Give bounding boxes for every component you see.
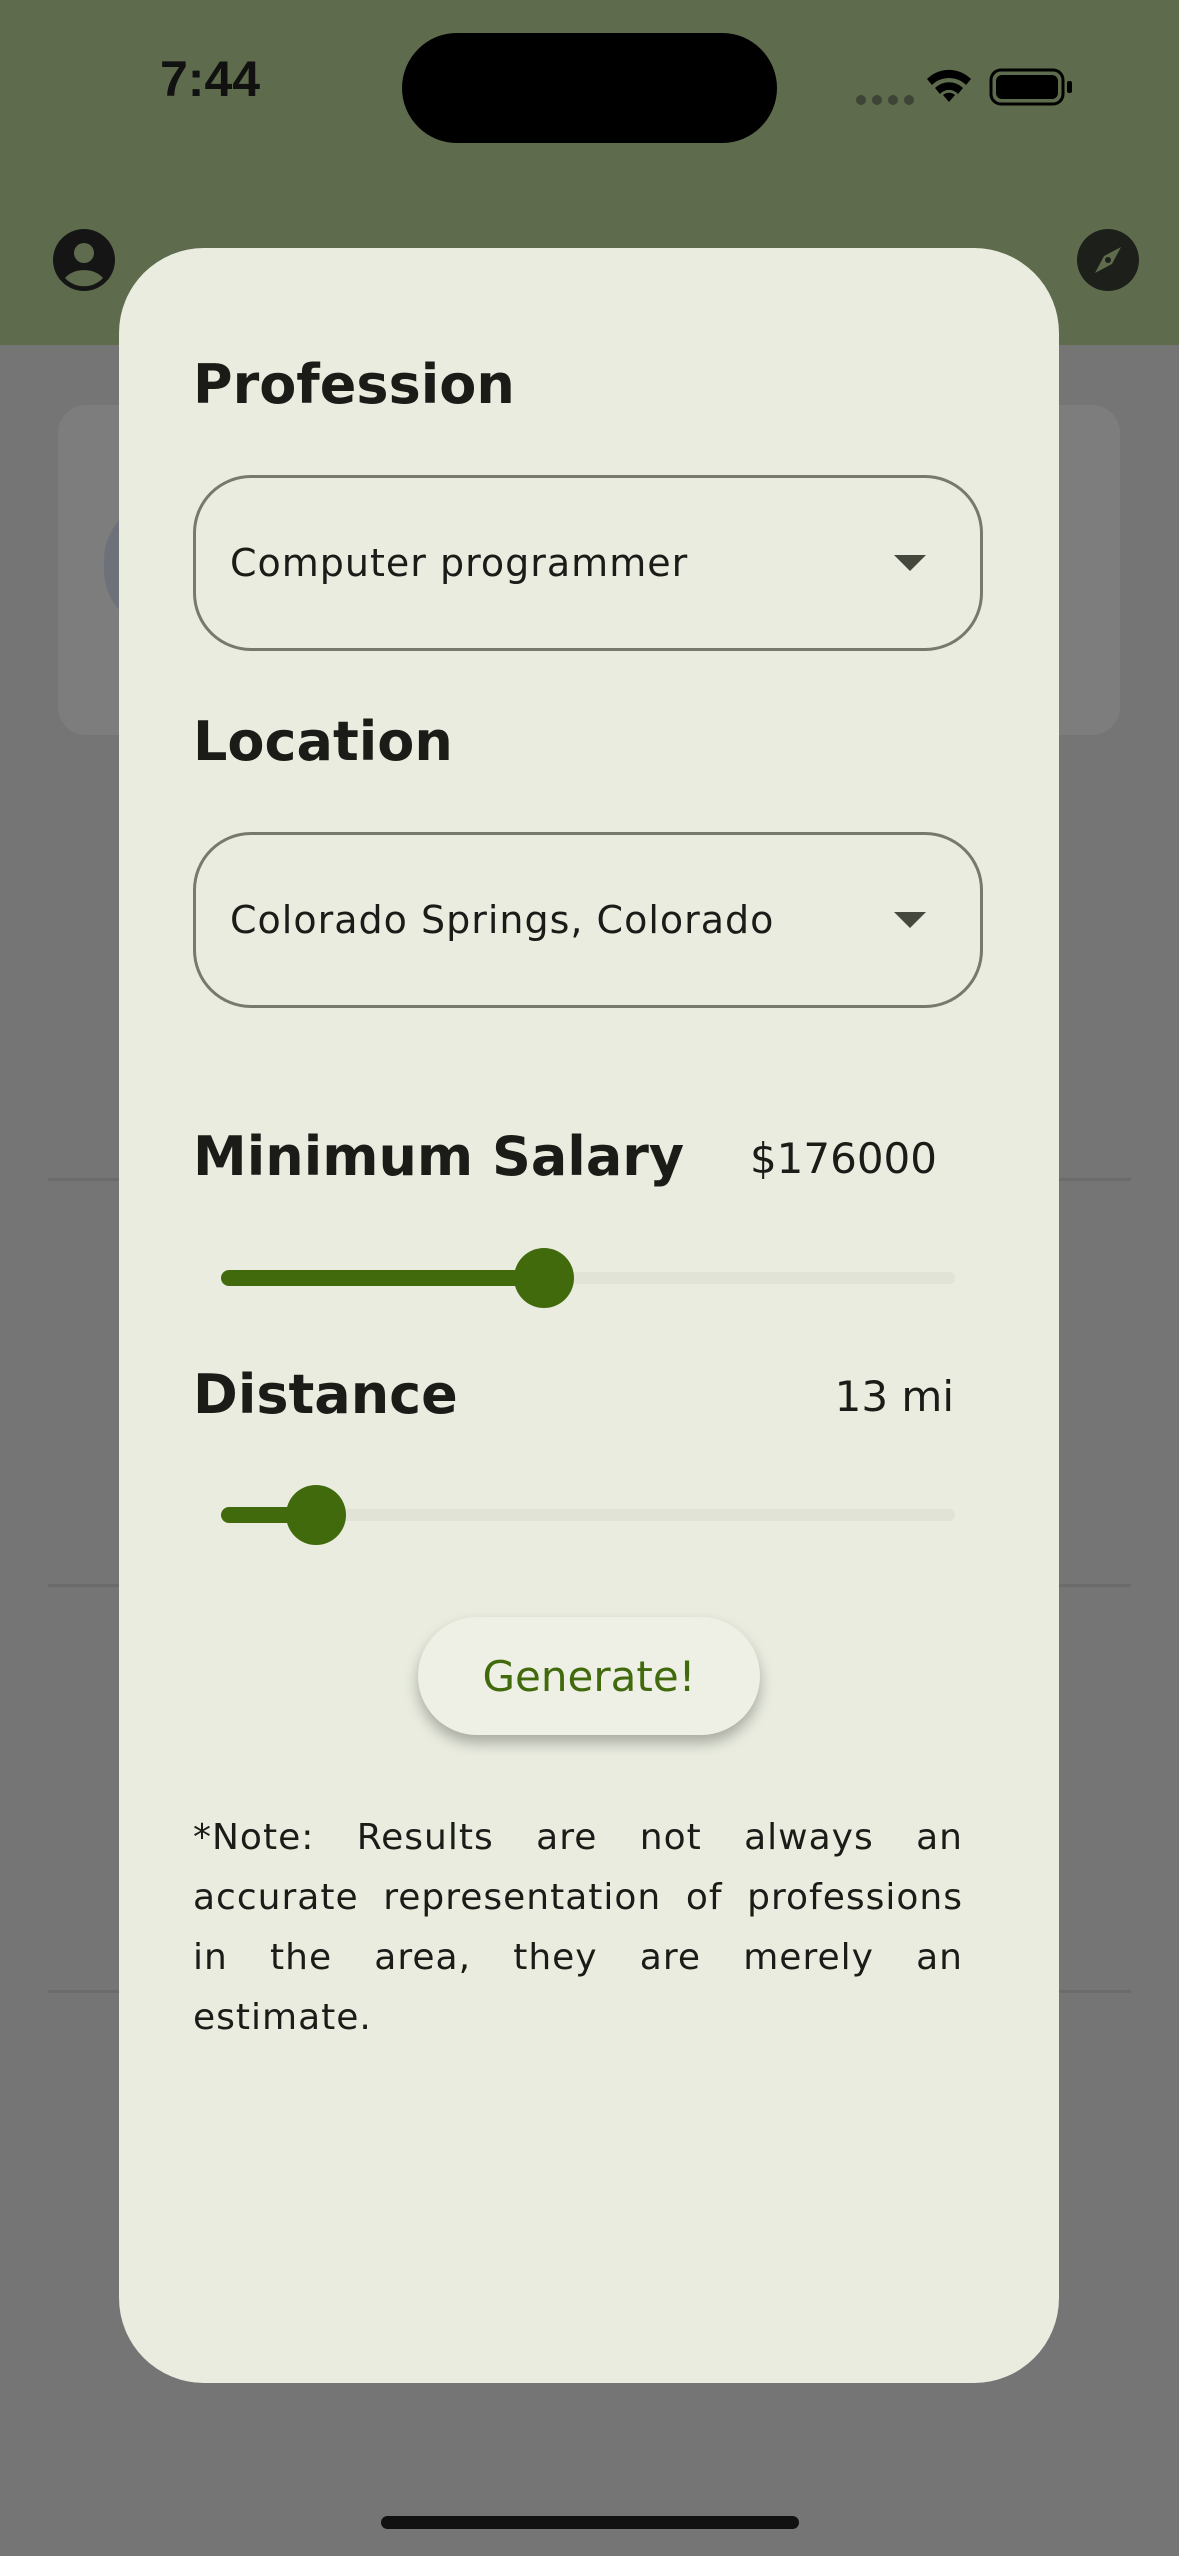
compass-icon[interactable] [1076,228,1140,292]
minimum-salary-label: Minimum Salary [193,1125,685,1188]
dynamic-island [402,33,777,143]
minimum-salary-slider[interactable] [221,1248,955,1308]
disclaimer-note: *Note: Results are not always an accurat… [193,1817,963,2038]
cellular-signal-icon [856,95,914,105]
distance-value: 13 mi [834,1372,954,1421]
slider-thumb[interactable] [286,1485,347,1545]
generate-button[interactable]: Generate! [418,1617,760,1735]
status-icons [841,62,1081,112]
profession-value: Computer programmer [230,541,689,585]
location-label: Location [193,710,453,773]
home-indicator[interactable] [381,2516,799,2529]
distance-label: Distance [193,1363,458,1426]
slider-fill [221,1270,544,1286]
profession-dropdown[interactable]: Computer programmer [193,475,983,651]
account-circle-icon[interactable] [52,228,116,292]
dropdown-caret-icon [894,555,926,571]
wifi-icon [927,69,971,102]
minimum-salary-value: $176000 [749,1134,937,1183]
location-value: Colorado Springs, Colorado [230,898,775,942]
profession-label: Profession [193,353,515,416]
dropdown-caret-icon [894,912,926,928]
slider-thumb[interactable] [513,1248,574,1308]
location-dropdown[interactable]: Colorado Springs, Colorado [193,832,983,1008]
status-time: 7:44 [160,51,261,107]
battery-icon [989,68,1072,106]
distance-slider[interactable] [221,1485,955,1545]
